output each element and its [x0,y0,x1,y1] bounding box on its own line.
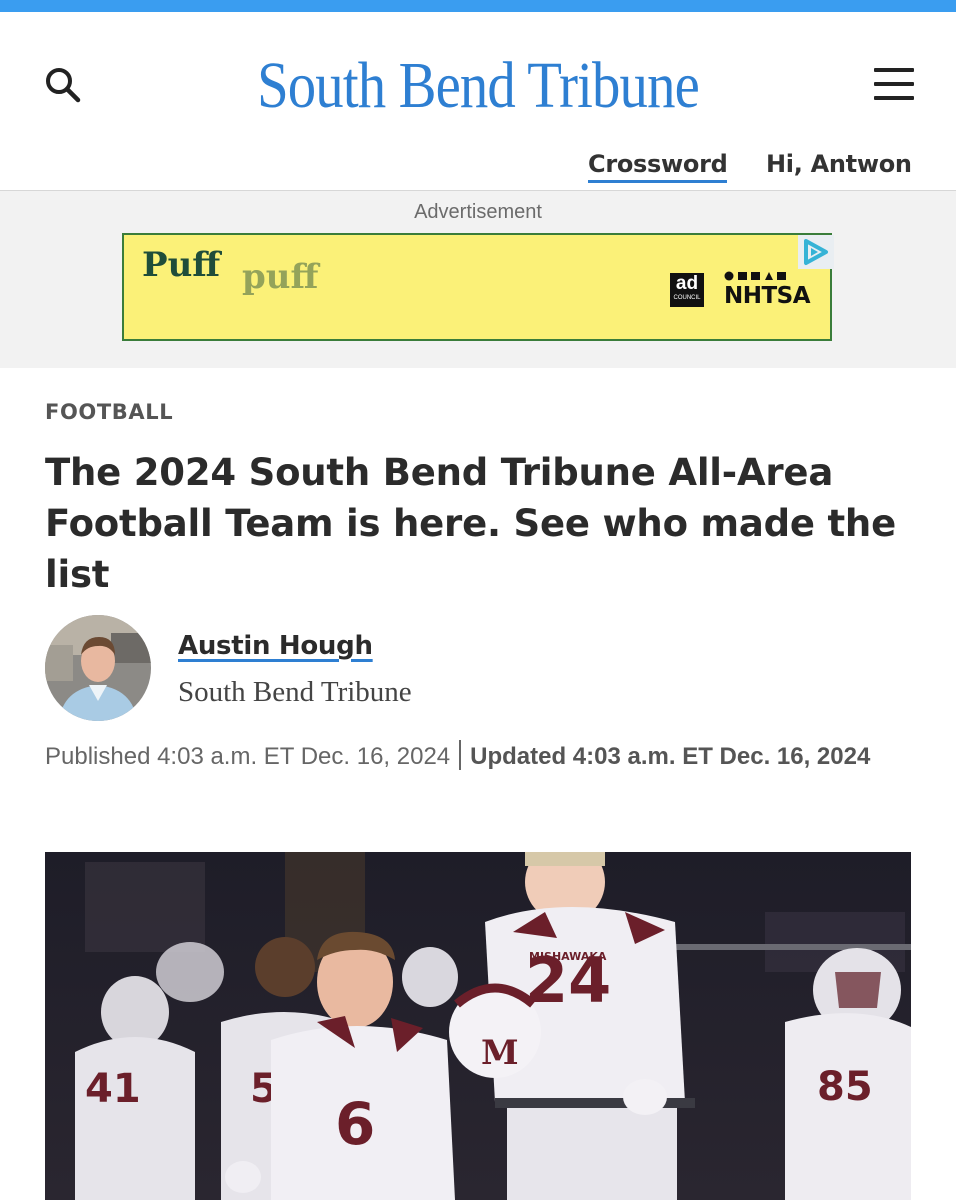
nhtsa-emblem-icon [724,271,786,281]
author-avatar[interactable] [45,615,151,721]
author-outlet: South Bend Tribune [178,676,412,708]
helmet-letter: M [481,1033,519,1073]
article-headline: The 2024 South Bend Tribune All-Area Foo… [45,451,896,596]
article-dates: Published 4:03 a.m. ET Dec. 16, 2024 Upda… [45,740,915,774]
adchoices-icon [798,235,834,269]
crossword-link[interactable]: Crossword [588,150,728,183]
sponsor-logo: NHTSA [724,283,811,309]
adchoices-button[interactable] [798,235,834,269]
hero-photo[interactable]: 41 57 85 24 MISHAWAKA M 6 [45,852,911,1200]
published-date: Published 4:03 a.m. ET Dec. 16, 2024 [45,743,451,770]
jersey-number-41: 41 [85,1066,141,1112]
jersey-number-85: 85 [817,1064,873,1110]
site-header: South Bend Tribune Crossword Hi, Antwon [0,12,956,191]
ad-headline-1: Puff [142,245,221,285]
ad-headline-2: puff [242,257,319,297]
menu-button[interactable] [872,64,916,104]
ad-banner[interactable]: Puff puff ad COUNCIL NHTSA [122,233,834,341]
hamburger-menu-icon [874,68,914,72]
section-label[interactable]: FOOTBALL [45,400,173,424]
top-accent-bar [0,0,956,12]
ad-label: Advertisement [414,201,542,223]
site-logo[interactable]: South Bend Tribune [67,48,889,124]
team-name: MISHAWAKA [529,950,607,963]
jersey-number-6: 6 [335,1090,375,1158]
date-divider [459,740,462,770]
author-name-link[interactable]: Austin Hough [178,631,373,661]
ad-container: Advertisement Puff puff ad COUNCIL NHTSA [0,191,956,368]
account-greeting[interactable]: Hi, Antwon [766,150,912,178]
updated-date: Updated 4:03 a.m. ET Dec. 16, 2024 [470,743,871,770]
ad-council-logo: ad COUNCIL [670,273,704,307]
